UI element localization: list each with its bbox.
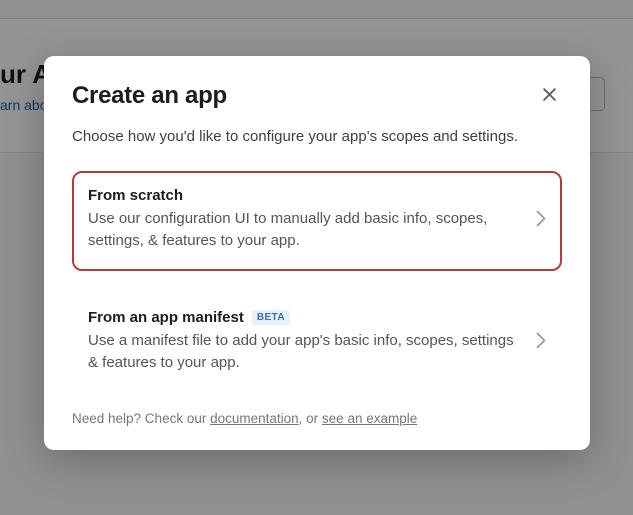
help-text: Need help? Check our documentation, or s… (72, 411, 562, 426)
help-middle: , or (299, 411, 322, 426)
option-from-manifest[interactable]: From an app manifest BETA Use a manifest… (72, 293, 562, 393)
beta-badge: BETA (252, 310, 290, 325)
option-title-row: From an app manifest BETA (88, 309, 516, 326)
documentation-link[interactable]: documentation (210, 411, 299, 426)
create-app-modal: Create an app Choose how you'd like to c… (44, 56, 590, 450)
chevron-right-icon (536, 332, 546, 353)
modal-title: Create an app (72, 82, 227, 110)
option-title: From an app manifest (88, 309, 244, 326)
option-description: Use our configuration UI to manually add… (88, 208, 516, 253)
modal-header: Create an app (72, 82, 562, 110)
help-prefix: Need help? Check our (72, 411, 210, 426)
modal-subtitle: Choose how you'd like to configure your … (72, 126, 562, 149)
close-button[interactable] (537, 82, 562, 110)
chevron-right-icon (536, 210, 546, 231)
option-from-scratch[interactable]: From scratch Use our configuration UI to… (72, 171, 562, 271)
see-example-link[interactable]: see an example (322, 411, 417, 426)
option-title: From scratch (88, 187, 183, 204)
close-icon (541, 86, 558, 106)
option-title-row: From scratch (88, 187, 516, 204)
option-description: Use a manifest file to add your app's ba… (88, 330, 516, 375)
